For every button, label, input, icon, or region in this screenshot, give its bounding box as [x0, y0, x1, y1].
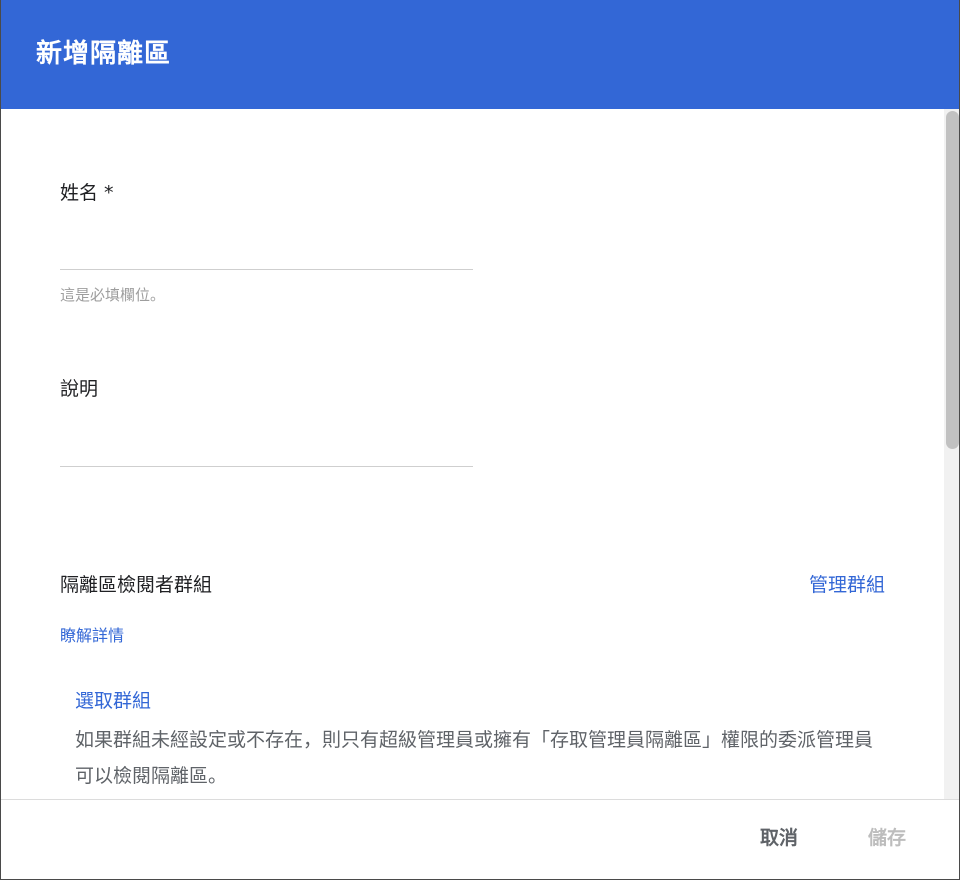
- description-underline: [60, 466, 473, 467]
- select-group-link[interactable]: 選取群組: [75, 687, 151, 715]
- scrollbar-thumb[interactable]: [946, 111, 959, 449]
- dialog-footer: 取消 儲存: [1, 799, 959, 879]
- manage-groups-link[interactable]: 管理群組: [809, 571, 885, 599]
- description-label: 說明: [60, 378, 99, 400]
- reviewer-group-note: 如果群組未經設定或不存在，則只有超級管理員或擁有「存取管理員隔離區」權限的委派管…: [75, 729, 874, 787]
- dialog-content: 姓名 * 這是必填欄位。 說明 隔離區檢閱者群組 管理群組 瞭解詳情 選取群組 …: [1, 109, 944, 799]
- name-label: 姓名 *: [60, 182, 114, 204]
- description-input[interactable]: [60, 436, 473, 466]
- learn-more-link[interactable]: 瞭解詳情: [60, 624, 124, 648]
- reviewer-group-title: 隔離區檢閱者群組: [60, 574, 213, 596]
- dialog-header: 新增隔離區: [1, 0, 959, 109]
- name-input[interactable]: [60, 239, 473, 269]
- cancel-button[interactable]: 取消: [760, 824, 798, 852]
- name-underline: [60, 269, 473, 270]
- dialog-title: 新增隔離區: [36, 39, 172, 69]
- save-button[interactable]: 儲存: [868, 824, 906, 852]
- name-required-hint: 這是必填欄位。: [60, 286, 166, 304]
- add-quarantine-dialog: 新增隔離區 姓名 * 這是必填欄位。 說明 隔離區檢閱者群組 管理群組 瞭解詳情…: [0, 0, 960, 880]
